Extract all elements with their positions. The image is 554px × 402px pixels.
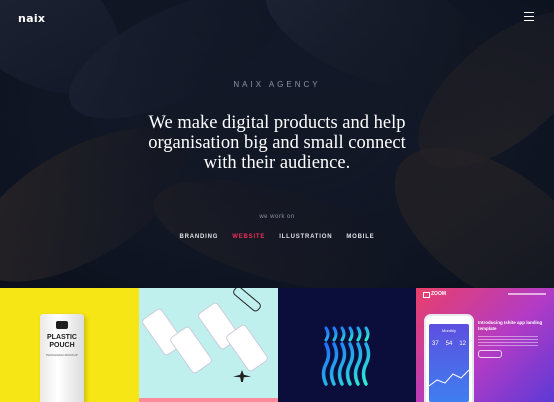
category-filter: BRANDING WEBSITE ILLUSTRATION MOBILE xyxy=(0,234,554,240)
landing-text xyxy=(478,336,538,346)
portfolio-item-pouch[interactable]: PLASTIC POUCH PACKAGING MOCKUP xyxy=(0,288,139,402)
landing-cta-button xyxy=(478,350,502,358)
portfolio-grid: PLASTIC POUCH PACKAGING MOCKUP ZOOM Intr… xyxy=(0,288,554,402)
zoom-logo-icon xyxy=(423,292,430,298)
phone-image xyxy=(224,323,270,373)
phone-chart xyxy=(429,369,469,387)
hero-kicker: NAIX AGENCY xyxy=(233,80,321,89)
landing-nav xyxy=(508,293,546,295)
stat-value: 54 xyxy=(445,341,453,347)
phone-mockup: Monthly 37 54 12 xyxy=(424,314,474,402)
plane-image xyxy=(233,370,251,382)
portfolio-item-phones[interactable] xyxy=(139,288,278,402)
headline-line: We make digital products and help xyxy=(148,113,406,133)
stat-value: 12 xyxy=(459,341,466,347)
hero-section: naix NAIX AGENCY We make digital product… xyxy=(0,0,554,288)
hero-headline: We make digital products and help organi… xyxy=(0,113,554,173)
pouch-title: PLASTIC POUCH xyxy=(47,334,77,349)
glasses-image xyxy=(231,288,263,314)
pouch-logo xyxy=(56,321,68,329)
landing-heading: Introducing Ishite app landing template xyxy=(478,320,543,331)
phone-stats: 37 54 12 xyxy=(432,341,466,347)
filter-illustration[interactable]: ILLUSTRATION xyxy=(279,234,332,240)
headline-line: organisation big and small connect xyxy=(148,133,406,153)
filter-mobile[interactable]: MOBILE xyxy=(346,234,374,240)
portfolio-item-logo[interactable] xyxy=(278,288,416,402)
tile-bottom-bar xyxy=(139,398,278,402)
logo[interactable]: naix xyxy=(18,12,45,25)
stat-value: 37 xyxy=(432,341,439,347)
hamburger-menu-icon[interactable] xyxy=(524,12,534,21)
work-on-label: we work on xyxy=(259,214,295,220)
headline-line: with their audience. xyxy=(203,153,351,173)
portfolio-item-app-landing[interactable]: ZOOM Introducing Ishite app landing temp… xyxy=(416,288,554,402)
wave-logo-image xyxy=(321,326,371,386)
pouch-image: PLASTIC POUCH PACKAGING MOCKUP xyxy=(40,314,84,402)
pouch-subtitle: PACKAGING MOCKUP xyxy=(46,353,78,357)
phone-screen: Monthly 37 54 12 xyxy=(429,324,469,402)
phone-title: Monthly xyxy=(441,328,456,333)
filter-branding[interactable]: BRANDING xyxy=(180,234,219,240)
filter-website[interactable]: WEBSITE xyxy=(232,234,265,240)
zoom-brand: ZOOM xyxy=(431,291,446,297)
